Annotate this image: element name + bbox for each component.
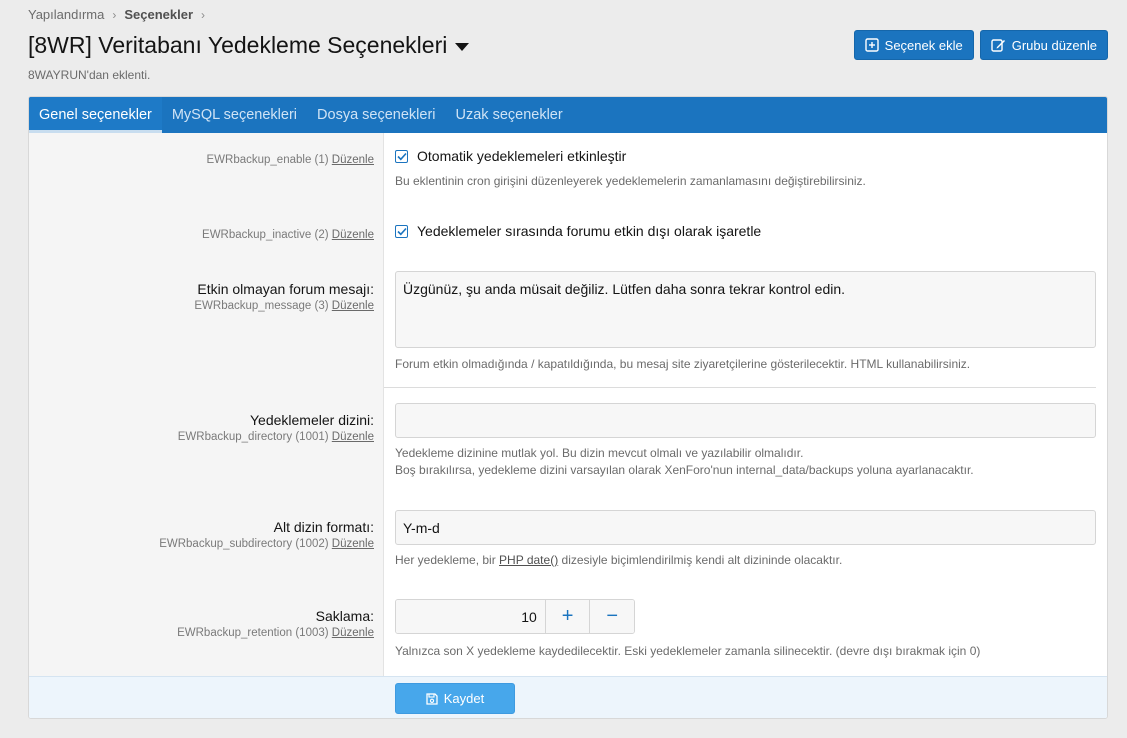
save-icon bbox=[426, 692, 438, 705]
decrement-button[interactable]: − bbox=[589, 600, 634, 633]
inactive-checkbox-label: Yedeklemeler sırasında forumu etkin dışı… bbox=[417, 223, 762, 239]
option-control-area: Üzgünüz, şu anda müsait değiliz. Lütfen … bbox=[395, 271, 1096, 373]
tab-bar: Genel seçenekler MySQL seçenekleri Dosya… bbox=[29, 97, 1107, 133]
enable-checkbox[interactable] bbox=[395, 149, 408, 163]
save-button[interactable]: Kaydet bbox=[395, 683, 515, 714]
enable-checkbox-row[interactable]: Otomatik yedeklemeleri etkinleştir bbox=[395, 148, 1096, 164]
option-control-area: Y-m-d Her yedekleme, bir PHP date() dize… bbox=[395, 510, 1096, 569]
enable-hint: Bu eklentinin cron girişini düzenleyerek… bbox=[395, 174, 866, 188]
option-control-area: Otomatik yedeklemeleri etkinleştir Bu ek… bbox=[395, 148, 1096, 190]
tab-remote-options[interactable]: Uzak seçenekler bbox=[446, 97, 573, 133]
save-label: Kaydet bbox=[443, 691, 485, 706]
option-key: EWRbackup_enable (1) Düzenle bbox=[206, 154, 375, 166]
php-date-link[interactable]: PHP date() bbox=[499, 553, 558, 567]
header-actions: Seçenek ekle Grubu düzenle bbox=[853, 30, 1108, 60]
edit-group-label: Grubu düzenle bbox=[1011, 37, 1097, 53]
checkmark-icon bbox=[396, 227, 407, 235]
tab-general-options[interactable]: Genel seçenekler bbox=[29, 97, 162, 133]
directory-hint-line2: Boş bırakılırsa, yedekleme dizini varsay… bbox=[395, 463, 974, 477]
directory-label: Yedeklemeler dizini: bbox=[250, 412, 374, 428]
edit-link[interactable]: Düzenle bbox=[332, 538, 374, 550]
inactive-checkbox-row[interactable]: Yedeklemeler sırasında forumu etkin dışı… bbox=[395, 223, 1096, 239]
tab-file-options[interactable]: Dosya seçenekleri bbox=[307, 97, 445, 133]
message-label: Etkin olmayan forum mesajı: bbox=[197, 281, 374, 297]
option-label-area: Etkin olmayan forum mesajı: EWRbackup_me… bbox=[194, 281, 374, 312]
chevron-right-icon: › bbox=[201, 7, 206, 22]
option-key: EWRbackup_subdirectory (1002) Düzenle bbox=[159, 538, 374, 550]
directory-hint-line1: Yedekleme dizinine mutlak yol. Bu dizin … bbox=[395, 446, 804, 460]
checkmark-icon bbox=[396, 152, 407, 160]
increment-button[interactable]: + bbox=[544, 600, 590, 633]
caret-down-icon[interactable] bbox=[455, 43, 470, 51]
edit-link[interactable]: Düzenle bbox=[332, 229, 374, 241]
edit-link[interactable]: Düzenle bbox=[332, 431, 374, 443]
option-key: EWRbackup_message (3) Düzenle bbox=[194, 300, 374, 312]
retention-stepper: 10 + − bbox=[395, 599, 635, 634]
message-hint: Forum etkin olmadığında / kapatıldığında… bbox=[395, 357, 971, 371]
breadcrumb-item-options[interactable]: Seçenekler bbox=[124, 7, 193, 22]
option-key: EWRbackup_directory (1001) Düzenle bbox=[177, 431, 374, 443]
retention-hint: Yalnızca son X yedekleme kaydedilecektir… bbox=[395, 644, 981, 658]
edit-group-button[interactable]: Grubu düzenle bbox=[979, 30, 1108, 60]
form-footer: Kaydet bbox=[29, 676, 1107, 718]
directory-input[interactable] bbox=[395, 403, 1096, 438]
edit-link[interactable]: Düzenle bbox=[332, 154, 374, 166]
options-form: EWRbackup_enable (1) Düzenle Otomatik ye… bbox=[29, 133, 1107, 676]
chevron-right-icon: › bbox=[112, 7, 117, 22]
retention-input[interactable]: 10 bbox=[396, 600, 545, 633]
option-control-area: Yedekleme dizinine mutlak yol. Bu dizin … bbox=[395, 403, 1096, 479]
plus-square-icon bbox=[864, 38, 879, 52]
edit-link[interactable]: Düzenle bbox=[332, 627, 374, 639]
label-column bbox=[29, 133, 384, 676]
subdirectory-label: Alt dizin formatı: bbox=[273, 519, 374, 535]
option-label-area: Alt dizin formatı: EWRbackup_subdirector… bbox=[159, 519, 374, 550]
option-label-area: EWRbackup_inactive (2) Düzenle bbox=[202, 226, 374, 241]
retention-label: Saklama: bbox=[315, 608, 374, 624]
tab-mysql-options[interactable]: MySQL seçenekleri bbox=[162, 97, 307, 133]
message-textarea[interactable]: Üzgünüz, şu anda müsait değiliz. Lütfen … bbox=[395, 271, 1096, 348]
page-title: [8WR] Veritabanı Yedekleme Seçenekleri bbox=[28, 32, 448, 58]
add-option-button[interactable]: Seçenek ekle bbox=[853, 30, 974, 60]
option-control-area: Yedeklemeler sırasında forumu etkin dışı… bbox=[395, 223, 1096, 239]
page-subtitle: 8WAYRUN'dan eklenti. bbox=[28, 68, 151, 82]
option-label-area: Yedeklemeler dizini: EWRbackup_directory… bbox=[178, 412, 374, 443]
edit-icon bbox=[991, 39, 1005, 52]
page-title-wrapper[interactable]: [8WR] Veritabanı Yedekleme Seçenekleri bbox=[28, 32, 470, 59]
option-control-area: 10 + − Yalnızca son X yedekleme kaydedil… bbox=[395, 599, 1096, 660]
inactive-checkbox[interactable] bbox=[395, 224, 408, 238]
edit-link[interactable]: Düzenle bbox=[332, 300, 374, 312]
subdirectory-input[interactable]: Y-m-d bbox=[395, 510, 1096, 545]
breadcrumb-item-configuration[interactable]: Yapılandırma bbox=[28, 7, 104, 22]
option-key: EWRbackup_retention (1003) Düzenle bbox=[177, 627, 374, 639]
subdirectory-hint: Her yedekleme, bir PHP date() dizesiyle … bbox=[395, 553, 843, 567]
option-key: EWRbackup_inactive (2) Düzenle bbox=[202, 229, 374, 241]
breadcrumb: Yapılandırma › Seçenekler › bbox=[28, 7, 205, 22]
add-option-label: Seçenek ekle bbox=[884, 37, 963, 53]
section-divider bbox=[384, 387, 1096, 388]
option-label-area: EWRbackup_enable (1) Düzenle bbox=[207, 151, 375, 166]
enable-checkbox-label: Otomatik yedeklemeleri etkinleştir bbox=[417, 148, 627, 164]
option-label-area: Saklama: EWRbackup_retention (1003) Düze… bbox=[177, 608, 374, 639]
options-panel: Genel seçenekler MySQL seçenekleri Dosya… bbox=[28, 96, 1108, 719]
